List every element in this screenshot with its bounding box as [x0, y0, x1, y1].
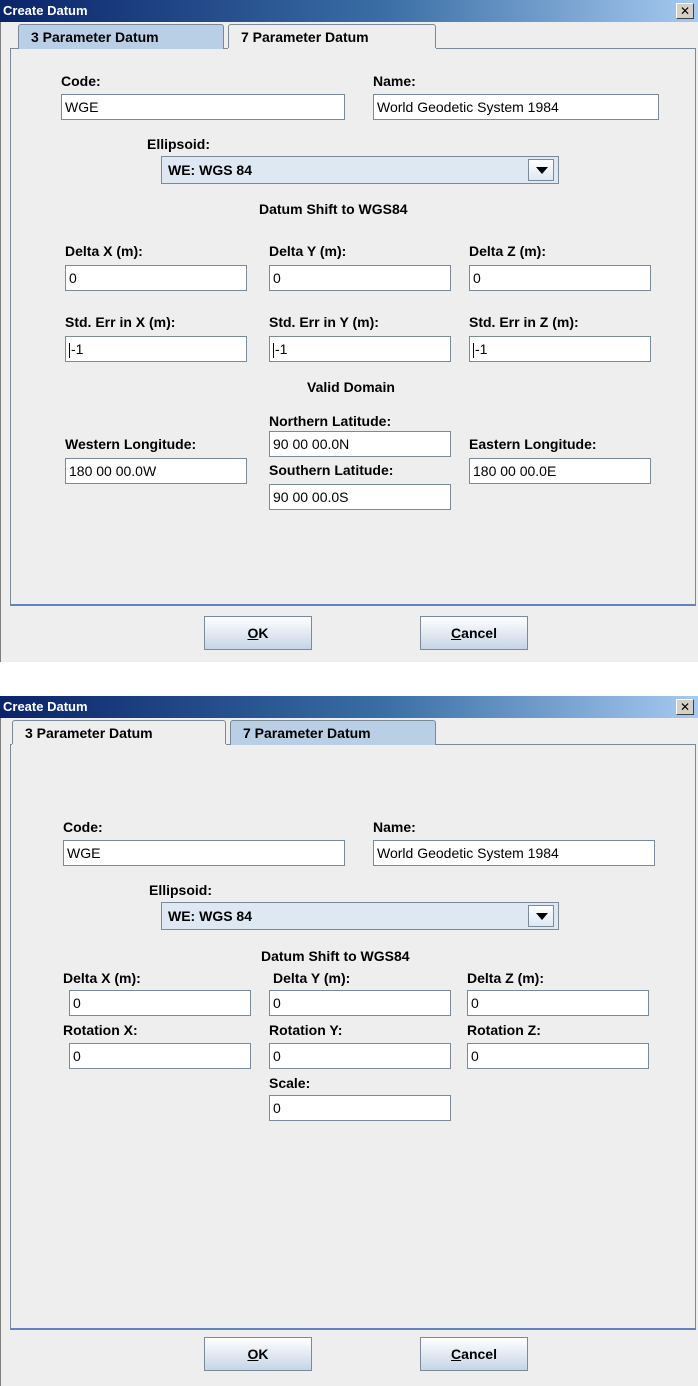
valid-domain-heading: Valid Domain [307, 379, 395, 395]
std-err-x-field[interactable]: -1 [65, 336, 247, 362]
southern-latitude-label: Southern Latitude: [269, 462, 394, 478]
western-longitude-field[interactable]: 180 00 00.0W [65, 458, 247, 484]
delta-y-field[interactable]: 0 [269, 265, 451, 291]
dialog-body: 3 Parameter Datum 7 Parameter Datum Code… [0, 718, 698, 1386]
chevron-down-icon[interactable] [528, 905, 554, 927]
std-err-x-label: Std. Err in X (m): [65, 314, 176, 330]
dialog-title: Create Datum [3, 3, 88, 18]
name-label: Name: [373, 73, 416, 89]
close-icon[interactable]: ✕ [676, 699, 694, 715]
name-label: Name: [373, 819, 416, 835]
delta-z-label: Delta Z (m): [469, 243, 546, 259]
delta-x-field[interactable]: 0 [65, 265, 247, 291]
cancel-button[interactable]: Cancel [420, 616, 528, 650]
ok-button[interactable]: OK [204, 616, 312, 650]
ellipsoid-dropdown[interactable]: WE: WGS 84 [161, 902, 559, 930]
rotation-z-field[interactable]: 0 [467, 1043, 649, 1069]
datum-shift-heading: Datum Shift to WGS84 [259, 201, 408, 217]
rotation-y-field[interactable]: 0 [269, 1043, 451, 1069]
ellipsoid-dropdown[interactable]: WE: WGS 84 [161, 156, 559, 184]
name-field[interactable]: World Geodetic System 1984 [373, 94, 659, 120]
code-field[interactable]: WGE [63, 840, 345, 866]
southern-latitude-field[interactable]: 90 00 00.0S [269, 484, 451, 510]
rotation-y-label: Rotation Y: [269, 1022, 343, 1038]
dialog-body: 3 Parameter Datum 7 Parameter Datum Code… [0, 22, 698, 662]
std-err-z-label: Std. Err in Z (m): [469, 314, 579, 330]
code-label: Code: [63, 819, 103, 835]
close-icon[interactable]: ✕ [676, 3, 694, 19]
code-label: Code: [61, 73, 101, 89]
northern-latitude-label: Northern Latitude: [269, 413, 392, 429]
delta-x-label: Delta X (m): [63, 970, 141, 986]
create-datum-dialog-3-param: Create Datum ✕ 3 Parameter Datum 7 Param… [0, 0, 698, 662]
rotation-z-label: Rotation Z: [467, 1022, 541, 1038]
tab-7-parameter-datum[interactable]: 7 Parameter Datum [230, 720, 436, 746]
delta-z-field[interactable]: 0 [469, 265, 651, 291]
western-longitude-label: Western Longitude: [65, 436, 197, 452]
std-err-y-field[interactable]: -1 [269, 336, 451, 362]
scale-label: Scale: [269, 1075, 311, 1091]
tab-7-parameter-datum[interactable]: 7 Parameter Datum [228, 24, 436, 48]
delta-x-field[interactable]: 0 [69, 990, 251, 1016]
ellipsoid-value: WE: WGS 84 [168, 162, 253, 178]
code-field[interactable]: WGE [61, 94, 345, 120]
tab-3-parameter-datum[interactable]: 3 Parameter Datum [18, 24, 224, 50]
ellipsoid-label: Ellipsoid: [147, 136, 210, 152]
tab-3-parameter-datum[interactable]: 3 Parameter Datum [12, 720, 226, 744]
datum-shift-heading: Datum Shift to WGS84 [261, 948, 410, 964]
ok-button[interactable]: OK [204, 1337, 312, 1371]
cancel-button[interactable]: Cancel [420, 1337, 528, 1371]
northern-latitude-field[interactable]: 90 00 00.0N [269, 431, 451, 457]
name-field[interactable]: World Geodetic System 1984 [373, 840, 655, 866]
delta-y-field[interactable]: 0 [269, 990, 451, 1016]
ellipsoid-value: WE: WGS 84 [168, 908, 253, 924]
datum-panel: Code: WGE Name: World Geodetic System 19… [10, 745, 696, 1330]
ellipsoid-label: Ellipsoid: [149, 882, 212, 898]
scale-field[interactable]: 0 [269, 1095, 451, 1121]
rotation-x-label: Rotation X: [63, 1022, 138, 1038]
chevron-down-icon[interactable] [528, 159, 554, 181]
std-err-y-label: Std. Err in Y (m): [269, 314, 379, 330]
eastern-longitude-label: Eastern Longitude: [469, 436, 597, 452]
delta-y-label: Delta Y (m): [269, 243, 347, 259]
rotation-x-field[interactable]: 0 [69, 1043, 251, 1069]
datum-panel: Code: WGE Name: World Geodetic System 19… [10, 49, 696, 606]
dialog-title: Create Datum [3, 699, 88, 714]
title-bar[interactable]: Create Datum ✕ [0, 696, 698, 718]
delta-z-label: Delta Z (m): [467, 970, 544, 986]
eastern-longitude-field[interactable]: 180 00 00.0E [469, 458, 651, 484]
delta-x-label: Delta X (m): [65, 243, 143, 259]
delta-z-field[interactable]: 0 [467, 990, 649, 1016]
create-datum-dialog-7-param: Create Datum ✕ 3 Parameter Datum 7 Param… [0, 696, 698, 1386]
title-bar[interactable]: Create Datum ✕ [0, 0, 698, 22]
std-err-z-field[interactable]: -1 [469, 336, 651, 362]
delta-y-label: Delta Y (m): [273, 970, 351, 986]
